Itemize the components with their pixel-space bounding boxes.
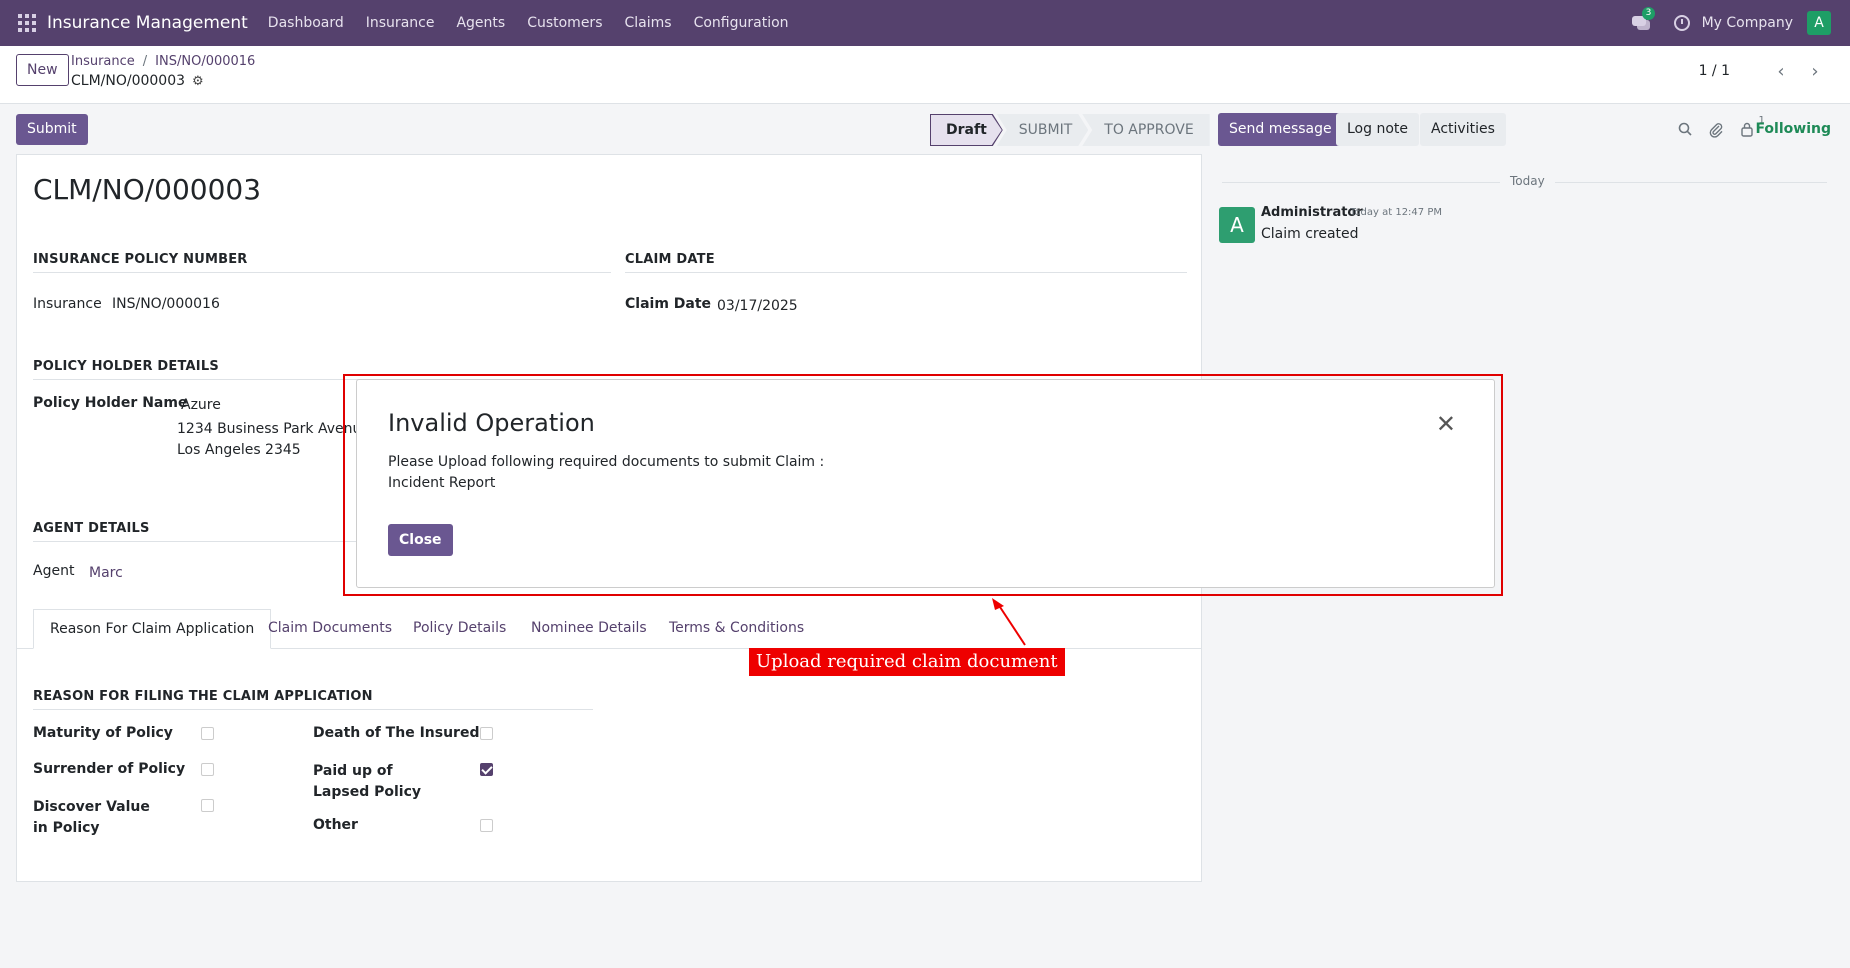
reason-label-paid-up: Paid up of Lapsed Policy (313, 763, 422, 800)
policy-number-section: INSURANCE POLICY NUMBER (33, 252, 611, 273)
policy-holder-label: Policy Holder Name (33, 395, 188, 411)
user-avatar[interactable]: A (1807, 11, 1831, 35)
annotation-label: Upload required claim document (749, 648, 1065, 676)
annotation-arrow-icon (992, 598, 1026, 646)
record-name-text: CLM/NO/000003 (71, 73, 186, 89)
tab-nominee-details[interactable]: Nominee Details (531, 609, 647, 649)
checkbox-death[interactable] (480, 727, 493, 740)
agent-label: Agent (33, 563, 75, 579)
stage-draft[interactable]: Draft (930, 114, 1003, 146)
record-title: CLM/NO/000003 (33, 173, 262, 206)
insurance-value[interactable]: INS/NO/000016 (112, 296, 220, 312)
chat-icon[interactable]: 3 (1631, 7, 1656, 32)
menu-customers[interactable]: Customers (527, 15, 602, 31)
search-icon[interactable] (1678, 122, 1692, 140)
reason-label-surrender: Surrender of Policy (33, 761, 186, 777)
checkbox-paid-up[interactable] (480, 763, 493, 776)
tab-terms-conditions[interactable]: Terms & Conditions (669, 609, 804, 649)
message-time: Today at 12:47 PM (1350, 207, 1442, 218)
main-menu: Dashboard Insurance Agents Customers Cla… (268, 15, 811, 31)
reason-label-discover: Discover Value in Policy (33, 799, 150, 836)
agent-link[interactable]: Marc (89, 565, 123, 581)
checkbox-surrender[interactable] (201, 763, 214, 776)
menu-insurance[interactable]: Insurance (366, 15, 435, 31)
breadcrumb: Insurance / INS/NO/000016 (71, 54, 255, 69)
dialog-message: Please Upload following required documen… (388, 452, 824, 494)
menu-agents[interactable]: Agents (456, 15, 505, 31)
breadcrumb-policy[interactable]: INS/NO/000016 (155, 54, 255, 69)
breadcrumb-insurance[interactable]: Insurance (71, 54, 135, 69)
close-button[interactable]: Close (388, 524, 453, 556)
invalid-operation-dialog: Invalid Operation ✕ Please Upload follow… (356, 379, 1495, 588)
checkbox-maturity[interactable] (201, 727, 214, 740)
clock-icon[interactable] (1673, 15, 1690, 31)
pager-previous-icon[interactable]: ‹ (1768, 58, 1794, 84)
company-switcher[interactable]: My Company (1702, 15, 1793, 31)
apps-grid-icon[interactable] (17, 13, 37, 33)
tab-policy-details[interactable]: Policy Details (413, 609, 506, 649)
dialog-message-line-2: Incident Report (388, 475, 496, 491)
navbar-systray: 3 My Company A (1631, 0, 1850, 46)
paperclip-icon[interactable] (1709, 122, 1723, 142)
menu-claims[interactable]: Claims (625, 15, 672, 31)
reason-label-death: Death of The Insured (313, 725, 480, 741)
reason-label-other: Other (313, 817, 358, 833)
claim-date-field[interactable]: 03/17/2025 (717, 298, 798, 314)
claim-date-section: CLAIM DATE (625, 252, 1187, 273)
log-note-button[interactable]: Log note (1336, 113, 1419, 146)
message-avatar[interactable]: A (1219, 207, 1255, 243)
insurance-label: Insurance (33, 296, 102, 312)
gear-icon[interactable]: ⚙ (192, 74, 204, 89)
status-bar: Draft SUBMIT TO APPROVE (930, 114, 1210, 146)
record-name: CLM/NO/000003 ⚙ (71, 73, 204, 89)
pager-next-icon[interactable]: › (1802, 58, 1828, 84)
policy-holder-address-2: Los Angeles 2345 (177, 442, 301, 458)
message-body: Claim created (1261, 226, 1359, 242)
reason-label-maturity: Maturity of Policy (33, 725, 173, 741)
top-navbar: Insurance Management Dashboard Insurance… (0, 0, 1850, 46)
checkbox-other[interactable] (480, 819, 493, 832)
message-author[interactable]: Administrator (1261, 205, 1363, 220)
dialog-message-line-1: Please Upload following required documen… (388, 454, 825, 470)
menu-dashboard[interactable]: Dashboard (268, 15, 344, 31)
claim-date-label: Claim Date (625, 296, 712, 312)
policy-holder-name[interactable]: Azure (181, 397, 221, 413)
submit-button[interactable]: Submit (16, 114, 88, 145)
new-button[interactable]: New (16, 54, 69, 86)
tab-reason-for-claim[interactable]: Reason For Claim Application (33, 609, 272, 649)
control-panel: New Insurance / INS/NO/000016 CLM/NO/00000… (0, 46, 1850, 104)
menu-configuration[interactable]: Configuration (694, 15, 789, 31)
pager-value[interactable]: 1 / 1 (1699, 63, 1730, 79)
stage-to-approve[interactable]: TO APPROVE (1082, 114, 1210, 146)
reason-section: REASON FOR FILING THE CLAIM APPLICATION (33, 689, 593, 710)
date-separator-label: Today (1500, 174, 1555, 188)
send-message-button[interactable]: Send message (1218, 113, 1343, 146)
dialog-title: Invalid Operation (388, 409, 595, 437)
stage-submit[interactable]: SUBMIT (997, 114, 1089, 146)
activities-button[interactable]: Activities (1420, 113, 1506, 146)
tab-claim-documents[interactable]: Claim Documents (268, 609, 392, 649)
chat-badge: 3 (1641, 7, 1656, 20)
following-button[interactable]: Following (1755, 121, 1831, 137)
breadcrumb-separator: / (142, 54, 148, 69)
checkbox-discover[interactable] (201, 799, 214, 812)
app-title[interactable]: Insurance Management (47, 13, 248, 33)
close-icon[interactable]: ✕ (1436, 410, 1456, 438)
